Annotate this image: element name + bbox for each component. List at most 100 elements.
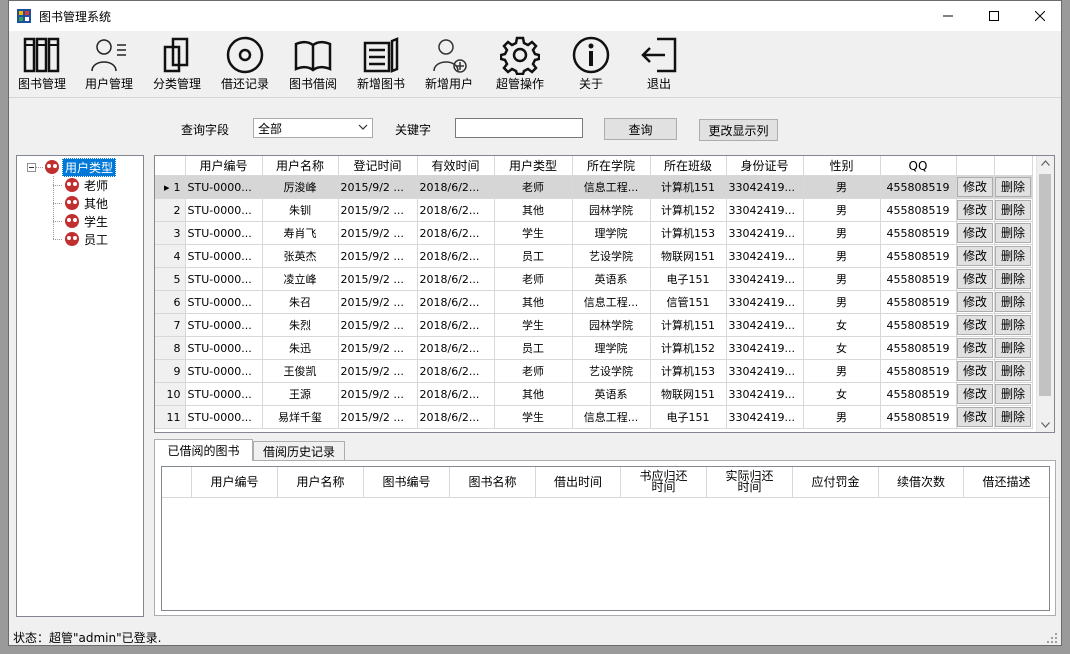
toolbar-user-management[interactable]: 用户管理 xyxy=(76,33,142,95)
cell-valid-time[interactable]: 2018/6/2... xyxy=(417,267,495,291)
cell-user-id[interactable]: STU-0000... xyxy=(185,221,263,245)
tab-borrow-history[interactable]: 借阅历史记录 xyxy=(253,441,345,461)
cell-register-time[interactable]: 2015/9/2 ... xyxy=(338,313,418,337)
edit-button[interactable]: 修改 xyxy=(957,384,993,404)
cell-class[interactable]: 计算机152 xyxy=(650,198,727,222)
delete-button[interactable]: 删除 xyxy=(995,292,1031,312)
cell-id-number[interactable]: 33042419... xyxy=(726,313,804,337)
column-header[interactable]: 书应归还 时间 xyxy=(621,467,707,497)
cell-class[interactable]: 电子151 xyxy=(650,267,727,291)
edit-button[interactable]: 修改 xyxy=(957,338,993,358)
cell-class[interactable]: 物联网151 xyxy=(650,244,727,268)
close-button[interactable] xyxy=(1017,1,1063,31)
cell-gender[interactable]: 男 xyxy=(803,198,881,222)
toolbar-add-user[interactable]: 新增用户 xyxy=(416,33,482,95)
scroll-thumb[interactable] xyxy=(1039,174,1051,396)
delete-button[interactable]: 删除 xyxy=(995,338,1031,358)
column-header[interactable]: 所在学院 xyxy=(572,156,651,176)
cell-user-name[interactable]: 朱迅 xyxy=(262,336,339,360)
cell-valid-time[interactable]: 2018/6/2... xyxy=(417,359,495,383)
cell-qq[interactable]: 455808519 xyxy=(880,382,957,406)
cell-user-id[interactable]: STU-0000... xyxy=(185,405,263,429)
toolbar-borrow-records[interactable]: 借还记录 xyxy=(212,33,278,95)
edit-button[interactable]: 修改 xyxy=(957,315,993,335)
column-header[interactable]: 借出时间 xyxy=(536,467,621,497)
query-field-select[interactable]: 全部 xyxy=(253,118,373,138)
column-header[interactable]: 身份证号 xyxy=(726,156,804,176)
cell-register-time[interactable]: 2015/9/2 ... xyxy=(338,198,418,222)
cell-valid-time[interactable]: 2018/6/2... xyxy=(417,244,495,268)
cell-user-type[interactable]: 其他 xyxy=(494,290,573,314)
toolbar-add-book[interactable]: 新增图书 xyxy=(348,33,414,95)
cell-user-type[interactable]: 其他 xyxy=(494,382,573,406)
column-header[interactable]: 性别 xyxy=(803,156,881,176)
toolbar-category-management[interactable]: 分类管理 xyxy=(144,33,210,95)
column-header[interactable] xyxy=(956,156,995,176)
table-row[interactable]: 3 STU-0000... 寿肖飞 2015/9/2 ... 2018/6/2... 学生… xyxy=(155,221,1033,245)
toolbar-book-borrow[interactable]: 图书借阅 xyxy=(280,33,346,95)
edit-button[interactable]: 修改 xyxy=(957,407,993,427)
column-header[interactable]: 用户名称 xyxy=(262,156,339,176)
cell-valid-time[interactable]: 2018/6/2... xyxy=(417,175,495,199)
toolbar-exit[interactable]: 退出 xyxy=(626,33,692,95)
row-header[interactable]: 2 xyxy=(155,198,186,222)
row-header[interactable]: 11 xyxy=(155,405,186,429)
cell-user-type[interactable]: 老师 xyxy=(494,267,573,291)
toolbar-admin-operations[interactable]: 超管操作 xyxy=(487,33,553,95)
edit-button[interactable]: 修改 xyxy=(957,361,993,381)
cell-college[interactable]: 信息工程... xyxy=(572,175,651,199)
cell-register-time[interactable]: 2015/9/2 ... xyxy=(338,221,418,245)
cell-id-number[interactable]: 33042419... xyxy=(726,267,804,291)
column-header[interactable]: 应付罚金 xyxy=(793,467,879,497)
cell-gender[interactable]: 女 xyxy=(803,313,881,337)
row-header[interactable]: ▸ 1 xyxy=(155,175,186,199)
cell-register-time[interactable]: 2015/9/2 ... xyxy=(338,244,418,268)
cell-college[interactable]: 园林学院 xyxy=(572,198,651,222)
delete-button[interactable]: 删除 xyxy=(995,315,1031,335)
delete-button[interactable]: 删除 xyxy=(995,223,1031,243)
cell-user-name[interactable]: 厉浚峰 xyxy=(262,175,339,199)
cell-id-number[interactable]: 33042419... xyxy=(726,221,804,245)
cell-user-name[interactable]: 朱烈 xyxy=(262,313,339,337)
delete-button[interactable]: 删除 xyxy=(995,407,1031,427)
cell-qq[interactable]: 455808519 xyxy=(880,313,957,337)
cell-user-type[interactable]: 员工 xyxy=(494,244,573,268)
cell-valid-time[interactable]: 2018/6/2... xyxy=(417,221,495,245)
cell-class[interactable]: 计算机153 xyxy=(650,221,727,245)
cell-id-number[interactable]: 33042419... xyxy=(726,336,804,360)
column-header[interactable]: 续借次数 xyxy=(879,467,964,497)
tree-item-student[interactable]: 学生 xyxy=(63,212,108,230)
row-header[interactable]: 9 xyxy=(155,359,186,383)
cell-college[interactable]: 艺设学院 xyxy=(572,244,651,268)
cell-id-number[interactable]: 33042419... xyxy=(726,198,804,222)
column-header[interactable]: 有效时间 xyxy=(417,156,495,176)
cell-user-type[interactable]: 老师 xyxy=(494,359,573,383)
cell-class[interactable]: 计算机152 xyxy=(650,336,727,360)
table-row[interactable]: 6 STU-0000... 朱召 2015/9/2 ... 2018/6/2... 其他信… xyxy=(155,290,1033,314)
tab-borrowed-books[interactable]: 已借阅的图书 xyxy=(154,439,253,461)
cell-register-time[interactable]: 2015/9/2 ... xyxy=(338,336,418,360)
cell-qq[interactable]: 455808519 xyxy=(880,290,957,314)
table-row[interactable]: 2 STU-0000... 朱钏 2015/9/2 ... 2018/6/2... 其他园… xyxy=(155,198,1033,222)
cell-valid-time[interactable]: 2018/6/2... xyxy=(417,336,495,360)
row-header[interactable]: 10 xyxy=(155,382,186,406)
edit-button[interactable]: 修改 xyxy=(957,177,993,197)
minimize-button[interactable] xyxy=(925,1,971,31)
cell-valid-time[interactable]: 2018/6/2... xyxy=(417,290,495,314)
column-header[interactable]: 图书名称 xyxy=(450,467,536,497)
cell-register-time[interactable]: 2015/9/2 ... xyxy=(338,175,418,199)
cell-user-name[interactable]: 易烊千玺 xyxy=(262,405,339,429)
resize-grip-icon[interactable] xyxy=(1047,633,1058,644)
toolbar-book-management[interactable]: 图书管理 xyxy=(9,33,75,95)
cell-id-number[interactable]: 33042419... xyxy=(726,405,804,429)
cell-gender[interactable]: 男 xyxy=(803,267,881,291)
cell-qq[interactable]: 455808519 xyxy=(880,198,957,222)
cell-gender[interactable]: 男 xyxy=(803,405,881,429)
cell-user-name[interactable]: 王俊凯 xyxy=(262,359,339,383)
column-header[interactable]: 用户编号 xyxy=(192,467,278,497)
cell-user-id[interactable]: STU-0000... xyxy=(185,313,263,337)
cell-register-time[interactable]: 2015/9/2 ... xyxy=(338,382,418,406)
column-header[interactable]: 用户名称 xyxy=(278,467,364,497)
column-header[interactable] xyxy=(994,156,1033,176)
cell-register-time[interactable]: 2015/9/2 ... xyxy=(338,267,418,291)
